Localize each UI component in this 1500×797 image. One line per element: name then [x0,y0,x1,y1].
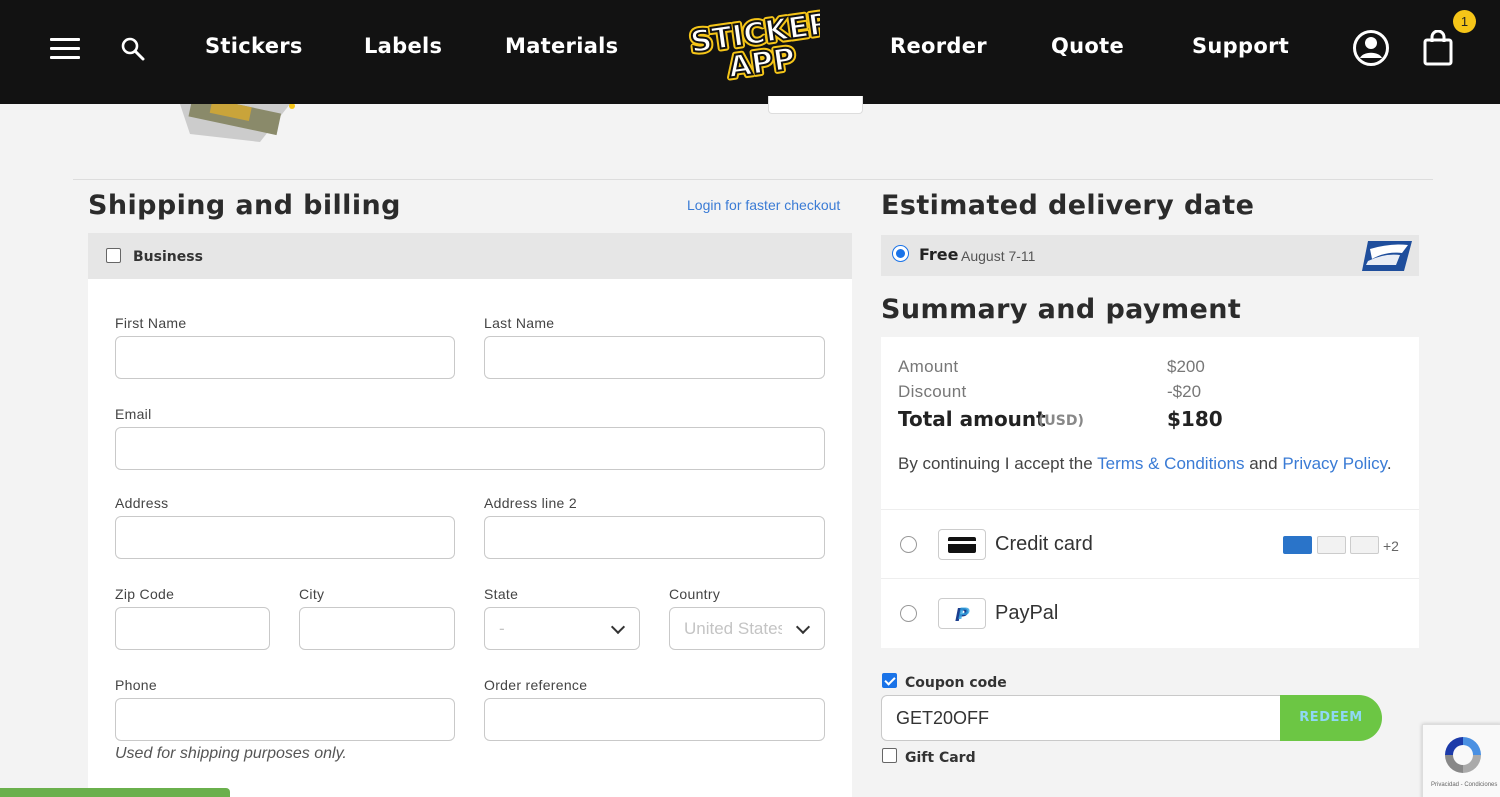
total-value: $180 [1167,407,1223,431]
recaptcha-badge[interactable]: Privacidad - Condiciones [1422,724,1500,797]
delivery-date: August 7-11 [961,248,1036,264]
country-value: United States [684,619,782,638]
nav-reorder[interactable]: Reorder [890,34,987,58]
amex-icon [1283,536,1312,554]
usps-logo [1362,241,1412,271]
recaptcha-icon [1445,737,1481,773]
product-thumbnail [180,104,295,142]
discount-label: Discount [898,382,967,401]
coupon-input[interactable]: GET20OFF [881,695,1281,741]
diners-club-icon [1317,536,1346,554]
address-label: Address [115,495,169,511]
zip-input[interactable] [115,607,270,650]
delivery-title: Estimated delivery date [881,190,1255,221]
state-select[interactable]: - [484,607,640,650]
address2-label: Address line 2 [484,495,577,511]
zip-label: Zip Code [115,586,175,602]
discover-icon [1350,536,1379,554]
nav-labels[interactable]: Labels [364,34,442,58]
credit-card-icon [938,529,986,560]
country-label: Country [669,586,721,602]
coupon-checkbox[interactable] [882,673,897,688]
gift-card-checkbox[interactable] [882,748,897,763]
last-name-input[interactable] [484,336,825,379]
address2-input[interactable] [484,516,825,559]
address-input[interactable] [115,516,455,559]
more-cards-count: +2 [1383,538,1399,554]
delivery-radio[interactable] [892,245,909,262]
first-name-input[interactable] [115,336,455,379]
chevron-down-icon [795,619,811,635]
cart-icon[interactable] [1422,30,1454,66]
paypal-label: PayPal [995,602,1059,624]
state-value: - [499,619,505,638]
amount-value: $200 [1167,357,1205,376]
order-ref-input[interactable] [484,698,825,741]
terms-text: By continuing I accept the Terms & Condi… [898,449,1398,478]
account-icon[interactable] [1352,29,1390,67]
gift-card-label: Gift Card [905,750,976,766]
coupon-label: Coupon code [905,675,1007,691]
phone-hint: Used for shipping purposes only. [115,745,347,762]
first-name-label: First Name [115,315,187,331]
phone-label: Phone [115,677,157,693]
shipping-title: Shipping and billing [88,190,401,221]
chevron-down-icon [610,619,626,635]
delivery-option-label: Free [919,245,959,264]
nav-quote[interactable]: Quote [1051,34,1124,58]
country-select[interactable]: United States [669,607,825,650]
city-input[interactable] [299,607,455,650]
last-name-label: Last Name [484,315,555,331]
menu-icon[interactable] [50,38,80,60]
svg-text:P: P [958,604,970,623]
phone-input[interactable] [115,698,455,741]
paypal-radio[interactable] [900,605,917,622]
terms-mid: and [1244,454,1283,473]
credit-card-label: Credit card [995,533,1093,555]
quantity-box[interactable] [768,96,863,114]
cart-count-badge: 1 [1453,10,1476,33]
top-navigation-bar: Stickers Labels Materials STICKER STICKE… [0,0,1500,104]
city-label: City [299,586,325,602]
credit-card-radio[interactable] [900,536,917,553]
paypal-icon: PP [938,598,986,629]
search-icon[interactable] [120,36,146,62]
section-divider [73,179,1433,180]
summary-title: Summary and payment [881,294,1242,325]
total-label: Total amount [898,407,1046,431]
recaptcha-footer[interactable]: Privacidad - Condiciones [1431,782,1497,788]
nav-support[interactable]: Support [1192,34,1289,58]
divider [881,578,1419,579]
terms-prefix: By continuing I accept the [898,454,1098,473]
nav-materials[interactable]: Materials [505,34,618,58]
email-input[interactable] [115,427,825,470]
email-label: Email [115,406,152,422]
total-currency: (USD) [1038,413,1084,429]
discount-value: -$20 [1167,382,1202,401]
terms-link[interactable]: Terms & Conditions [1097,454,1244,473]
amount-label: Amount [898,357,959,376]
stickerapp-logo[interactable]: STICKER STICKER APP APP [686,8,820,88]
business-checkbox[interactable] [106,248,121,263]
business-label: Business [133,249,203,265]
login-link[interactable]: Login for faster checkout [687,197,840,213]
status-strip [0,788,230,797]
nav-stickers[interactable]: Stickers [205,34,303,58]
state-label: State [484,586,519,602]
redeem-button[interactable]: REDEEM [1280,695,1382,741]
order-ref-label: Order reference [484,677,588,693]
privacy-link[interactable]: Privacy Policy [1282,454,1387,473]
terms-suffix: . [1386,454,1392,473]
divider [881,509,1419,510]
